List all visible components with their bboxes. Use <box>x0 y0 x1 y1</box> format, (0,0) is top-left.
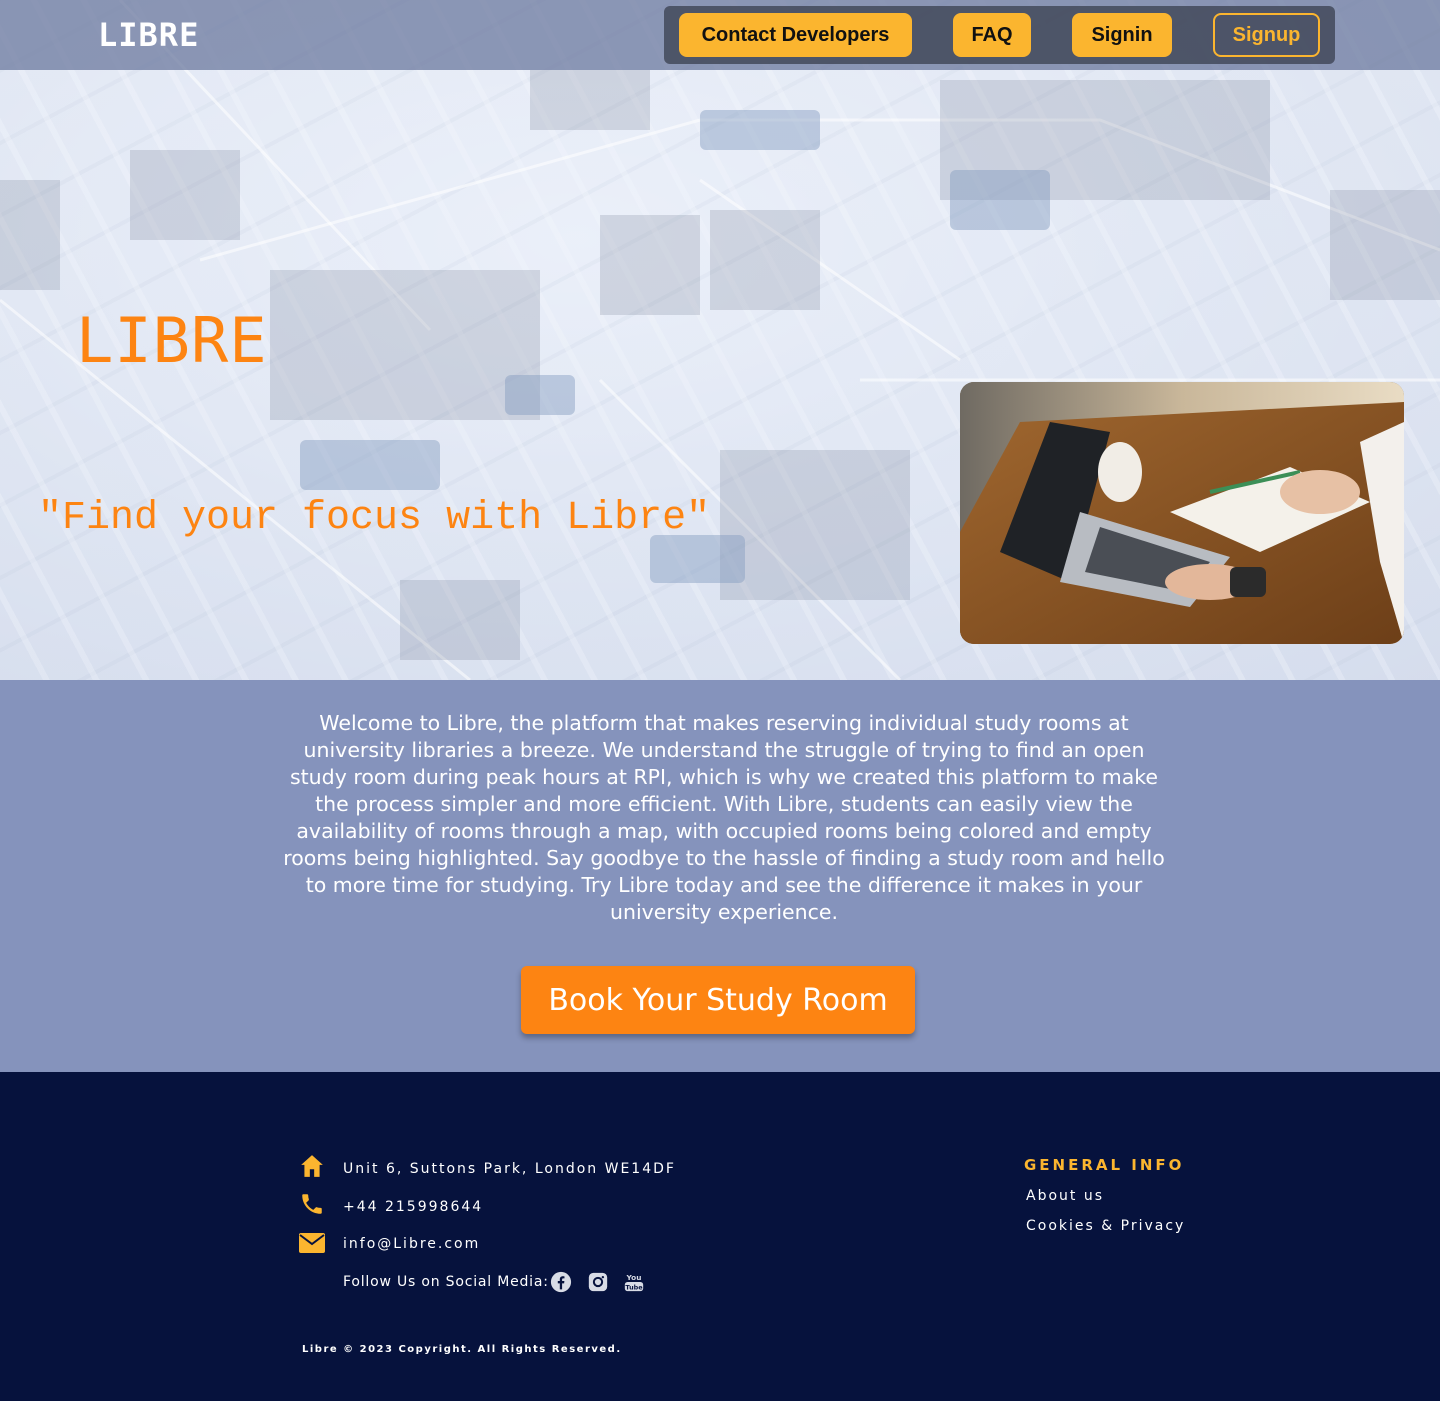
brand-logo[interactable]: LIBRE <box>98 16 199 54</box>
signup-button[interactable]: Signup <box>1213 13 1320 57</box>
svg-text:You: You <box>626 1273 642 1282</box>
hero-title: LIBRE <box>76 304 268 377</box>
facebook-icon[interactable] <box>550 1271 572 1293</box>
book-study-room-button[interactable]: Book Your Study Room <box>521 966 915 1034</box>
footer-email[interactable]: info@Libre.com <box>343 1236 480 1252</box>
phone-icon <box>298 1190 326 1218</box>
follow-us-label: Follow Us on Social Media: <box>343 1274 549 1290</box>
general-info-heading: GENERAL INFO <box>1024 1156 1185 1174</box>
footer-phone-row <box>298 1190 326 1218</box>
footer-address: Unit 6, Suttons Park, London WE14DF <box>343 1161 676 1177</box>
cookies-privacy-link[interactable]: Cookies & Privacy <box>1026 1218 1185 1234</box>
svg-text:Tube: Tube <box>625 1283 643 1291</box>
footer-address-row <box>298 1152 326 1180</box>
copyright-text: Libre © 2023 Copyright. All Rights Reser… <box>302 1344 622 1355</box>
hero-tagline: "Find your focus with Libre" <box>38 496 711 541</box>
home-icon <box>298 1152 326 1180</box>
footer-email-row <box>298 1229 326 1257</box>
footer-phone[interactable]: +44 215998644 <box>343 1199 483 1215</box>
footer: Unit 6, Suttons Park, London WE14DF +44 … <box>0 1072 1440 1401</box>
top-navbar: LIBRE Contact Developers FAQ Signin Sign… <box>0 0 1440 70</box>
about-us-link[interactable]: About us <box>1026 1188 1104 1204</box>
hero-section: LIBRE Contact Developers FAQ Signin Sign… <box>0 0 1440 680</box>
welcome-section: Welcome to Libre, the platform that make… <box>0 680 1440 1072</box>
youtube-icon[interactable]: You Tube <box>623 1271 645 1293</box>
welcome-paragraph: Welcome to Libre, the platform that make… <box>283 711 1165 924</box>
contact-developers-button[interactable]: Contact Developers <box>679 13 912 57</box>
instagram-icon[interactable] <box>587 1271 609 1293</box>
mail-icon <box>298 1229 326 1257</box>
faq-button[interactable]: FAQ <box>953 13 1031 57</box>
signin-button[interactable]: Signin <box>1072 13 1172 57</box>
laptop-photo <box>960 382 1404 644</box>
